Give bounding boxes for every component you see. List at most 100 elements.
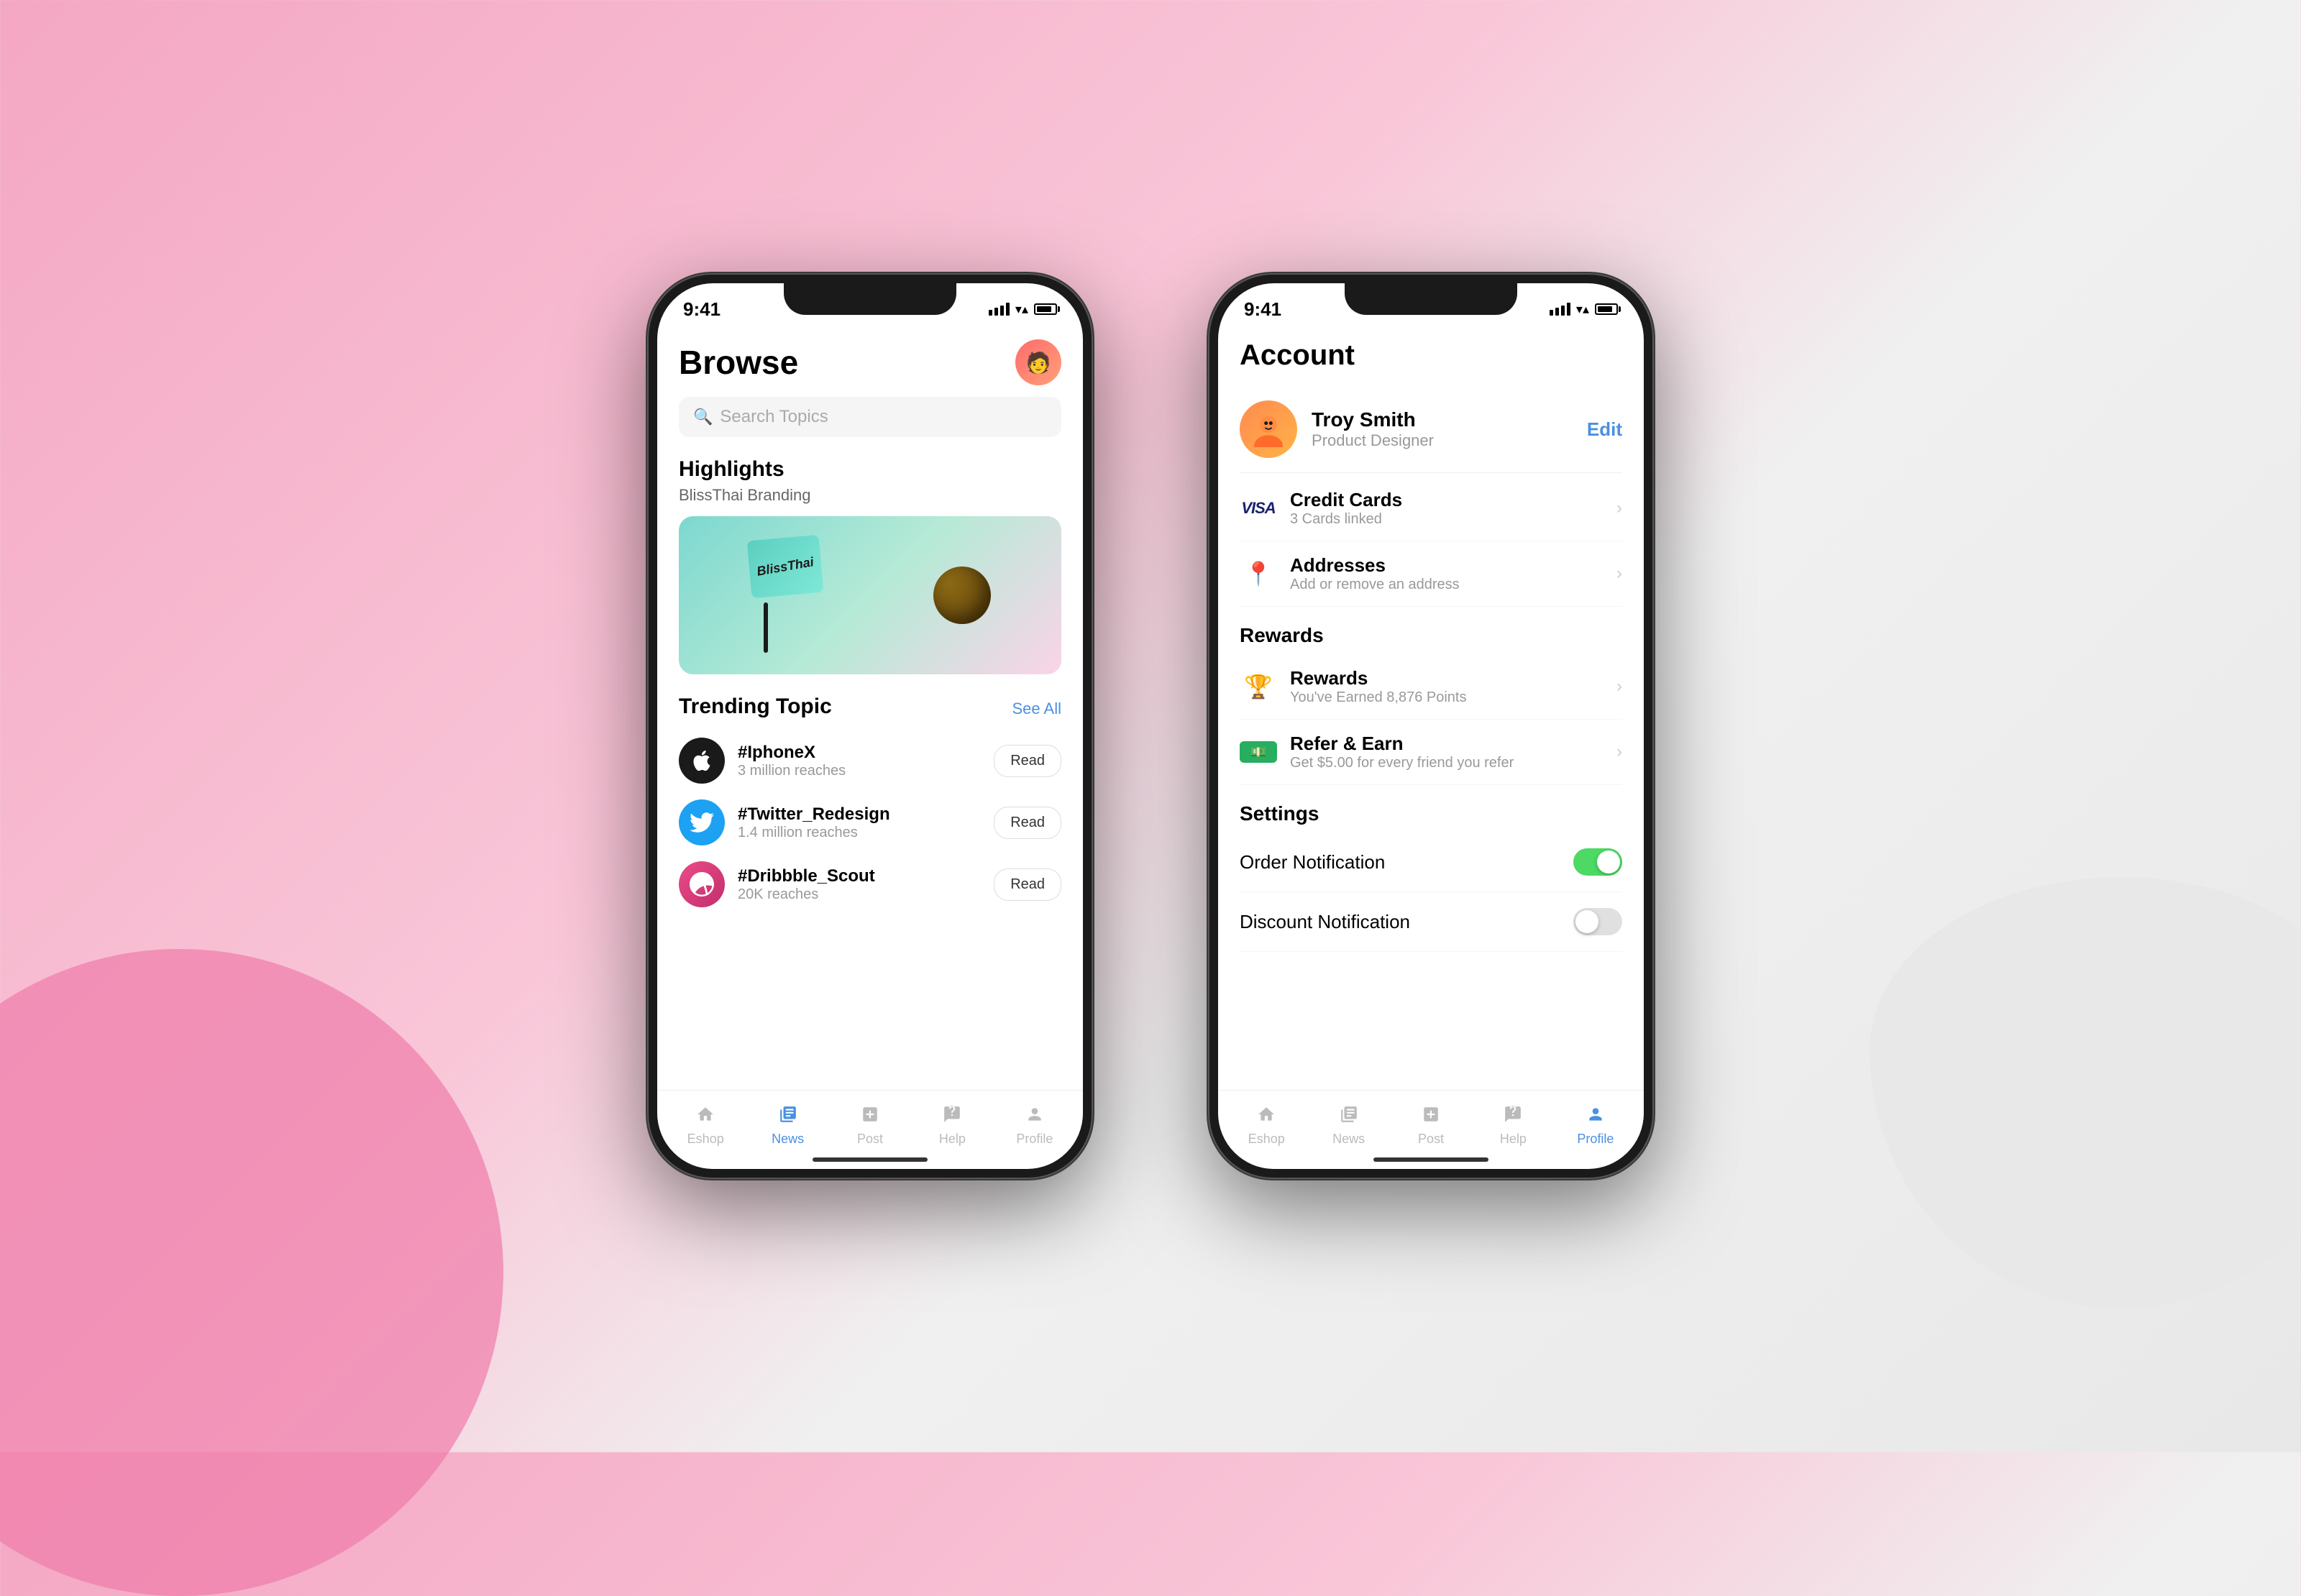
tab-help-account[interactable]: Help (1472, 1101, 1554, 1147)
menu-item-credit-cards[interactable]: VISA Credit Cards 3 Cards linked › (1240, 476, 1622, 541)
trending-title: Trending Topic (679, 694, 832, 719)
topic-reaches-iphonex: 3 million reaches (738, 763, 981, 779)
credit-cards-title: Credit Cards (1290, 489, 1604, 511)
status-time-account: 9:41 (1244, 298, 1281, 321)
tab-label-post-browse: Post (857, 1132, 883, 1147)
settings-order-notification: Order Notification (1240, 833, 1622, 892)
topic-icon-dribbble (679, 861, 725, 907)
order-notification-label: Order Notification (1240, 851, 1573, 873)
topic-item-iphonex: #IphoneX 3 million reaches Read (679, 738, 1061, 784)
status-time-browse: 9:41 (683, 298, 721, 321)
news-icon-account (1340, 1101, 1358, 1128)
refer-text: Refer & Earn Get $5.00 for every friend … (1290, 733, 1604, 771)
news-icon (779, 1101, 797, 1128)
profile-icon-browse (1025, 1101, 1044, 1128)
menu-item-rewards[interactable]: 🏆 Rewards You've Earned 8,876 Points › (1240, 654, 1622, 720)
tab-profile-account[interactable]: Profile (1555, 1101, 1637, 1147)
tab-eshop-browse[interactable]: Eshop (664, 1101, 746, 1147)
menu-item-refer[interactable]: 💵 Refer & Earn Get $5.00 for every frien… (1240, 720, 1622, 785)
topic-info-iphonex: #IphoneX 3 million reaches (738, 743, 981, 779)
coconut-decoration (933, 567, 991, 624)
chevron-refer: › (1616, 742, 1622, 762)
toggle-knob-order (1597, 850, 1620, 873)
search-placeholder: Search Topics (720, 407, 828, 427)
browse-title: Browse (679, 343, 798, 382)
refer-subtitle: Get $5.00 for every friend you refer (1290, 755, 1604, 771)
tab-eshop-account[interactable]: Eshop (1225, 1101, 1307, 1147)
trophy-icon: 🏆 (1244, 673, 1273, 700)
addresses-subtitle: Add or remove an address (1290, 577, 1604, 593)
home-indicator-browse (813, 1157, 928, 1162)
browse-header: Browse 🧑 (679, 325, 1061, 397)
discount-notification-label: Discount Notification (1240, 911, 1573, 933)
tab-label-help-browse: Help (939, 1132, 966, 1147)
signal-bars-account (1550, 303, 1570, 316)
topic-info-twitter: #Twitter_Redesign 1.4 million reaches (738, 804, 981, 841)
blissthai-label: BlissThai (756, 554, 815, 579)
tab-news-browse[interactable]: News (746, 1101, 828, 1147)
status-icons-browse: ▾▴ (989, 302, 1057, 317)
toggle-knob-discount (1575, 910, 1598, 933)
tab-label-post-account: Post (1418, 1132, 1444, 1147)
refer-icon: 💵 (1250, 745, 1266, 760)
tab-profile-browse[interactable]: Profile (994, 1101, 1076, 1147)
tab-post-account[interactable]: Post (1390, 1101, 1472, 1147)
bg-blob-right (1870, 877, 2301, 1308)
addresses-text: Addresses Add or remove an address (1290, 554, 1604, 593)
edit-button[interactable]: Edit (1587, 418, 1622, 441)
phone-browse-screen: 9:41 ▾▴ Brow (657, 283, 1083, 1169)
highlights-subtitle: BlissThai Branding (679, 486, 1061, 505)
account-title: Account (1240, 339, 1355, 371)
highlight-card[interactable]: BlissThai (679, 516, 1061, 674)
profile-row[interactable]: Troy Smith Product Designer Edit (1240, 386, 1622, 473)
eshop-icon-account (1257, 1101, 1276, 1128)
chevron-credit-cards: › (1616, 498, 1622, 518)
rewards-subtitle: You've Earned 8,876 Points (1290, 689, 1604, 706)
discount-notification-toggle[interactable] (1573, 908, 1622, 935)
see-all-button[interactable]: See All (1012, 700, 1062, 718)
topic-item-twitter: #Twitter_Redesign 1.4 million reaches Re… (679, 799, 1061, 845)
account-content: Account Troy Smith (1218, 325, 1644, 1090)
location-icon-wrap: 📍 (1240, 555, 1277, 592)
search-icon: 🔍 (693, 408, 713, 426)
tab-news-account[interactable]: News (1307, 1101, 1389, 1147)
wifi-icon-browse: ▾▴ (1015, 302, 1028, 317)
read-btn-twitter[interactable]: Read (994, 807, 1061, 839)
credit-cards-text: Credit Cards 3 Cards linked (1290, 489, 1604, 528)
read-btn-dribbble[interactable]: Read (994, 868, 1061, 901)
post-icon-account (1422, 1101, 1440, 1128)
location-icon: 📍 (1244, 560, 1273, 587)
rewards-section-title: Rewards (1240, 624, 1622, 647)
status-icons-account: ▾▴ (1550, 302, 1618, 317)
settings-discount-notification: Discount Notification (1240, 892, 1622, 952)
order-notification-toggle[interactable] (1573, 848, 1622, 876)
phone-account: 9:41 ▾▴ Acco (1208, 273, 1654, 1179)
read-btn-iphonex[interactable]: Read (994, 745, 1061, 777)
help-icon-account (1504, 1101, 1522, 1128)
tab-help-browse[interactable]: Help (911, 1101, 993, 1147)
topic-item-dribbble: #Dribbble_Scout 20K reaches Read (679, 861, 1061, 907)
bg-blob-left (0, 949, 503, 1596)
eshop-icon (696, 1101, 715, 1128)
topic-icon-twitter (679, 799, 725, 845)
visa-logo: VISA (1241, 499, 1275, 518)
trophy-icon-wrap: 🏆 (1240, 668, 1277, 705)
topic-icon-apple (679, 738, 725, 784)
help-icon (943, 1101, 961, 1128)
phones-container: 9:41 ▾▴ Brow (647, 273, 1654, 1179)
signal-bars-browse (989, 303, 1010, 316)
wifi-icon-account: ▾▴ (1576, 302, 1589, 317)
profile-icon-account (1586, 1101, 1605, 1128)
tab-post-browse[interactable]: Post (829, 1101, 911, 1147)
search-bar[interactable]: 🔍 Search Topics (679, 397, 1061, 437)
browse-avatar[interactable]: 🧑 (1015, 339, 1061, 385)
trending-header: Trending Topic See All (679, 694, 1061, 723)
chevron-addresses: › (1616, 564, 1622, 584)
tab-label-profile-browse: Profile (1016, 1132, 1053, 1147)
topic-reaches-dribbble: 20K reaches (738, 886, 981, 903)
refer-icon-wrap: 💵 (1240, 733, 1277, 771)
tab-label-news-browse: News (772, 1132, 804, 1147)
highlights-title: Highlights (679, 457, 1061, 482)
menu-item-addresses[interactable]: 📍 Addresses Add or remove an address › (1240, 541, 1622, 607)
tab-label-eshop-account: Eshop (1248, 1132, 1285, 1147)
